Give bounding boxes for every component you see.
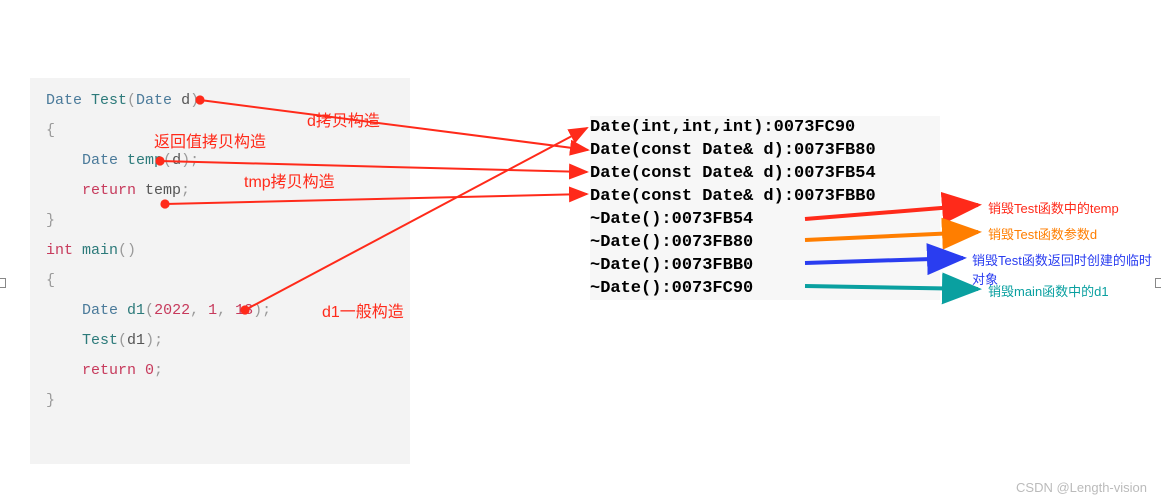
output-line: Date(const Date& d):0073FB80	[590, 139, 940, 162]
code-line: {	[30, 266, 410, 296]
fn-name: Test	[91, 92, 127, 109]
edge-marker	[1155, 278, 1161, 288]
code-line: Test(d1);	[30, 326, 410, 356]
annotation-d1-ctor: d1一般构造	[322, 298, 404, 322]
edge-marker	[0, 278, 6, 288]
output-line: ~Date():0073FC90	[590, 277, 940, 300]
watermark: CSDN @Length-vision	[1016, 480, 1147, 495]
code-line: return 0;	[30, 356, 410, 386]
annotation-destroy-temp: 销毁Test函数中的temp	[988, 198, 1119, 217]
output-line: ~Date():0073FB80	[590, 231, 940, 254]
output-block: Date(int,int,int):0073FC90 Date(const Da…	[590, 116, 940, 300]
code-line: return temp;	[30, 176, 410, 206]
output-line: Date(const Date& d):0073FBB0	[590, 185, 940, 208]
output-line: ~Date():0073FB54	[590, 208, 940, 231]
annotation-d-copy: d拷贝构造	[307, 107, 380, 131]
annotation-tmp-copy: tmp拷贝构造	[244, 168, 335, 192]
output-line: Date(int,int,int):0073FC90	[590, 116, 940, 139]
output-line: Date(const Date& d):0073FB54	[590, 162, 940, 185]
annotation-return-copy: 返回值拷贝构造	[154, 128, 266, 152]
code-line: }	[30, 206, 410, 236]
output-line: ~Date():0073FBB0	[590, 254, 940, 277]
annotation-destroy-d1: 销毁main函数中的d1	[988, 281, 1109, 300]
type-token: Date	[46, 92, 91, 109]
code-line: }	[30, 386, 410, 416]
annotation-destroy-param: 销毁Test函数参数d	[988, 224, 1097, 243]
code-line: int main()	[30, 236, 410, 266]
